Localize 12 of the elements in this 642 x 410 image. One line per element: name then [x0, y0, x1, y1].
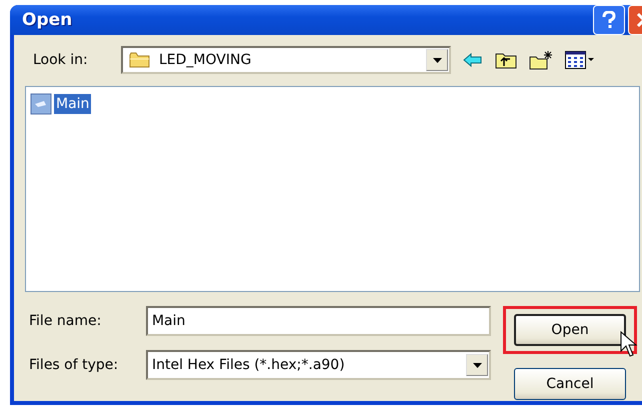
dialog-button[interactable]: Open [514, 314, 626, 346]
file-type-dropdown[interactable]: Intel Hex Files (*.hex;*.a90) [146, 350, 491, 380]
file-name-field[interactable]: Main [146, 306, 491, 336]
file-list[interactable]: Main [25, 86, 640, 292]
file-type-label: Files of type: [29, 357, 120, 373]
file-item[interactable]: Main [30, 93, 92, 115]
look-in-dropdown[interactable]: LED_MOVING [121, 46, 451, 74]
file-name: Main [54, 94, 92, 114]
look-in-label: Look in: [33, 52, 89, 68]
file-name-label: File name: [29, 313, 102, 329]
window-title: Open [22, 10, 72, 30]
dialog-button[interactable]: Cancel [514, 368, 626, 400]
